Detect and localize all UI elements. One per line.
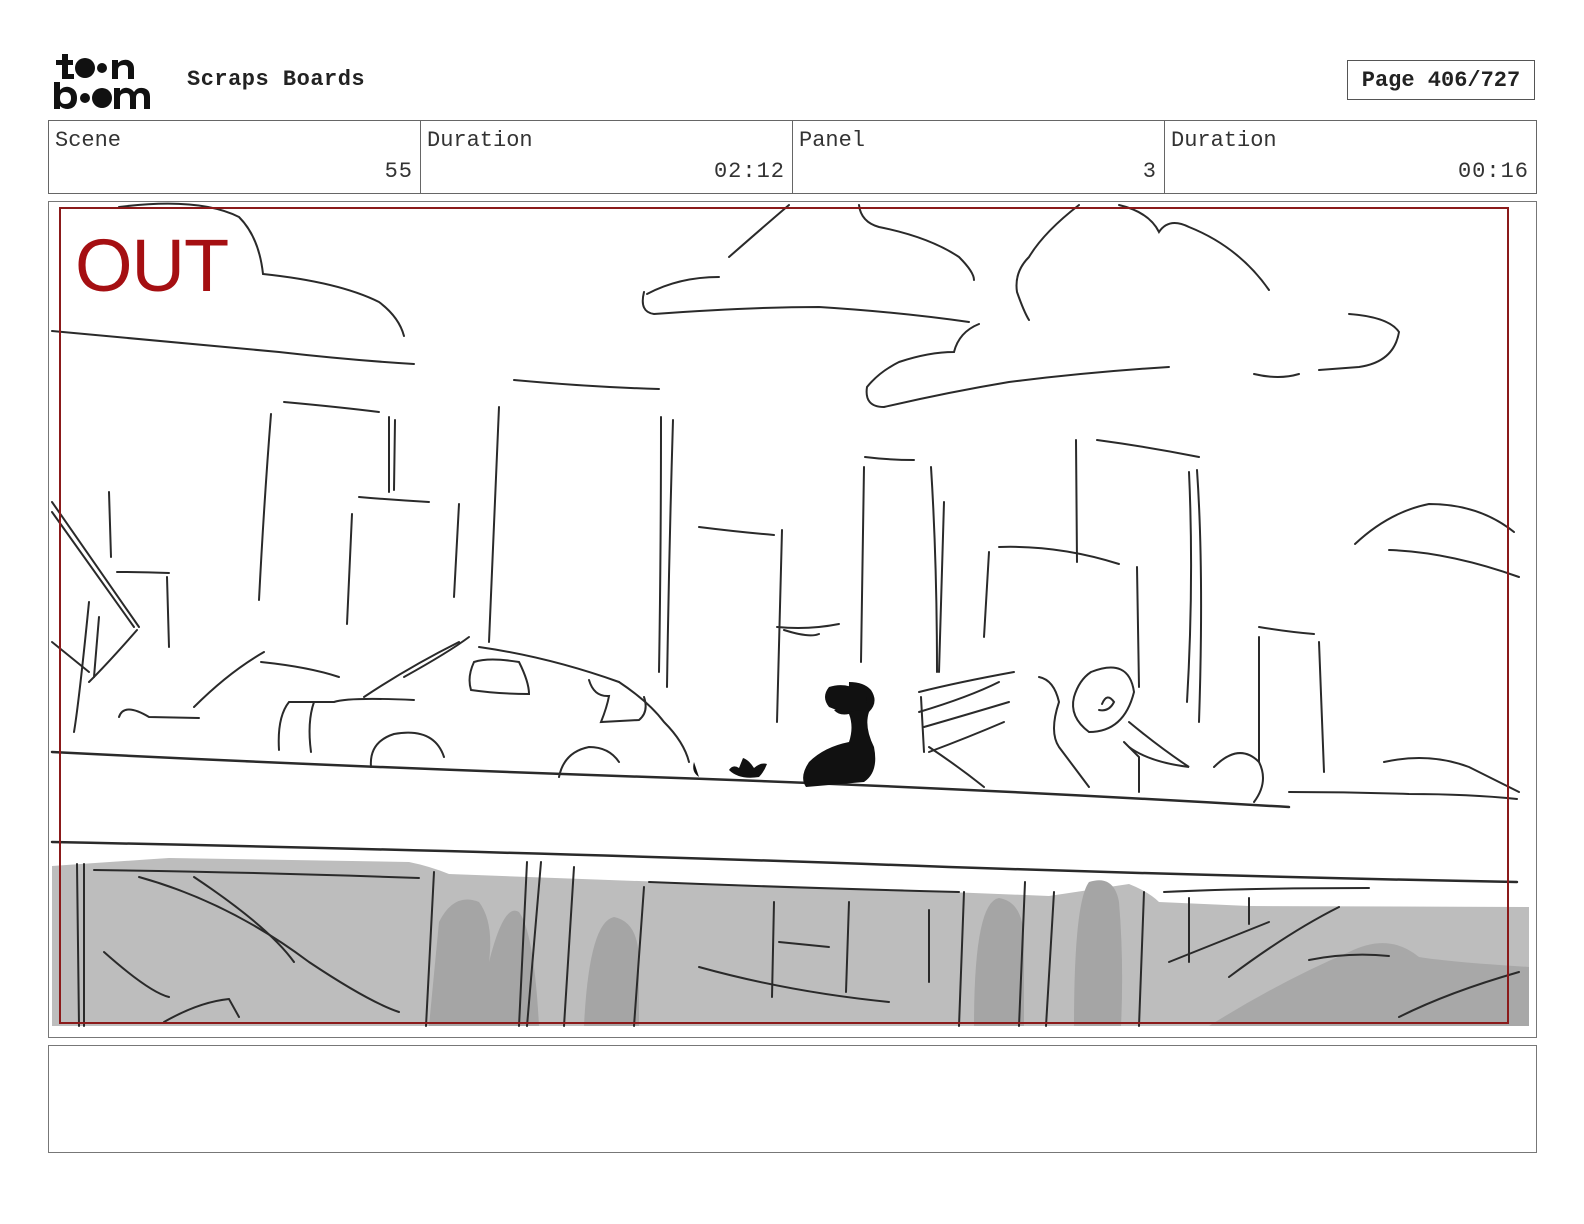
panel-duration-value: 00:16 <box>1457 159 1529 184</box>
board-title: Scraps Boards <box>187 67 366 92</box>
panel-cell: Panel 3 <box>793 121 1165 193</box>
panel-duration-cell: Duration 00:16 <box>1165 121 1536 193</box>
scene-duration-value: 02:12 <box>713 159 785 184</box>
page-indicator: Page 406/727 <box>1347 60 1535 100</box>
storyboard-panel: OUT <box>48 201 1537 1038</box>
scene-duration-label: Duration <box>427 128 533 153</box>
scene-value: 55 <box>384 159 413 184</box>
scene-duration-cell: Duration 02:12 <box>421 121 793 193</box>
scene-label: Scene <box>55 128 122 153</box>
panel-value: 3 <box>1142 159 1157 184</box>
toon-boom-logo <box>52 52 164 112</box>
storyboard-sketch <box>50 202 1529 1027</box>
panel-notes-box[interactable] <box>48 1045 1537 1153</box>
panel-duration-label: Duration <box>1171 128 1277 153</box>
panel-info-row: Scene 55 Duration 02:12 Panel 3 Duration… <box>48 120 1537 194</box>
scene-cell: Scene 55 <box>49 121 421 193</box>
panel-label: Panel <box>799 128 866 153</box>
toon-boom-logo-icon <box>54 54 150 109</box>
out-annotation: OUT <box>75 224 229 307</box>
